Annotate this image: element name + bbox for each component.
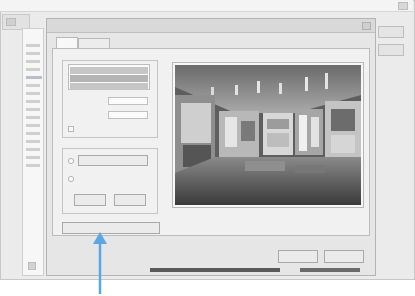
tree-item-selected[interactable] — [26, 76, 42, 79]
field2-input[interactable] — [108, 111, 148, 119]
grid-icon[interactable] — [6, 18, 16, 26]
tree-item[interactable] — [26, 52, 40, 55]
camera-view-icon — [175, 65, 361, 205]
scroll-down-icon[interactable] — [28, 262, 36, 270]
tree-item[interactable] — [26, 140, 40, 143]
tree-item[interactable] — [26, 44, 40, 47]
wide-button[interactable] — [62, 222, 160, 234]
left-action-button[interactable] — [74, 194, 106, 206]
tree-item[interactable] — [26, 148, 40, 151]
tree-item[interactable] — [26, 164, 40, 167]
side-button[interactable] — [378, 44, 404, 56]
dialog-titlebar — [47, 19, 375, 33]
list-item[interactable] — [70, 75, 148, 82]
tree-item[interactable] — [26, 92, 40, 95]
tree-item[interactable] — [26, 100, 40, 103]
radio-option-2[interactable] — [68, 176, 74, 182]
cancel-button[interactable] — [324, 250, 364, 263]
side-button[interactable] — [378, 26, 404, 38]
tree-item[interactable] — [26, 116, 40, 119]
tab-settings[interactable] — [78, 38, 110, 48]
outer-titlebar — [0, 0, 413, 12]
ok-button[interactable] — [278, 250, 318, 263]
radio-option-1[interactable] — [68, 158, 74, 164]
field1-input[interactable] — [108, 97, 148, 105]
tree-item[interactable] — [26, 108, 40, 111]
status-bar-segment — [150, 268, 280, 272]
tree-item[interactable] — [26, 124, 40, 127]
close-icon[interactable] — [362, 22, 371, 30]
tab-general[interactable] — [56, 37, 78, 48]
tree-item[interactable] — [26, 132, 40, 135]
status-bar-segment — [300, 268, 360, 272]
arrow-up-icon — [93, 232, 107, 294]
right-action-button[interactable] — [114, 194, 146, 206]
radio-option-1-label[interactable] — [78, 155, 148, 166]
close-icon[interactable] — [398, 2, 408, 10]
list-item[interactable] — [70, 83, 148, 90]
list-item[interactable] — [70, 67, 148, 74]
option-checkbox[interactable] — [68, 126, 74, 132]
navigation-tree[interactable] — [22, 28, 44, 276]
tree-item[interactable] — [26, 84, 40, 87]
tree-item[interactable] — [26, 156, 40, 159]
tree-item[interactable] — [26, 60, 40, 63]
tree-item[interactable] — [26, 68, 40, 71]
